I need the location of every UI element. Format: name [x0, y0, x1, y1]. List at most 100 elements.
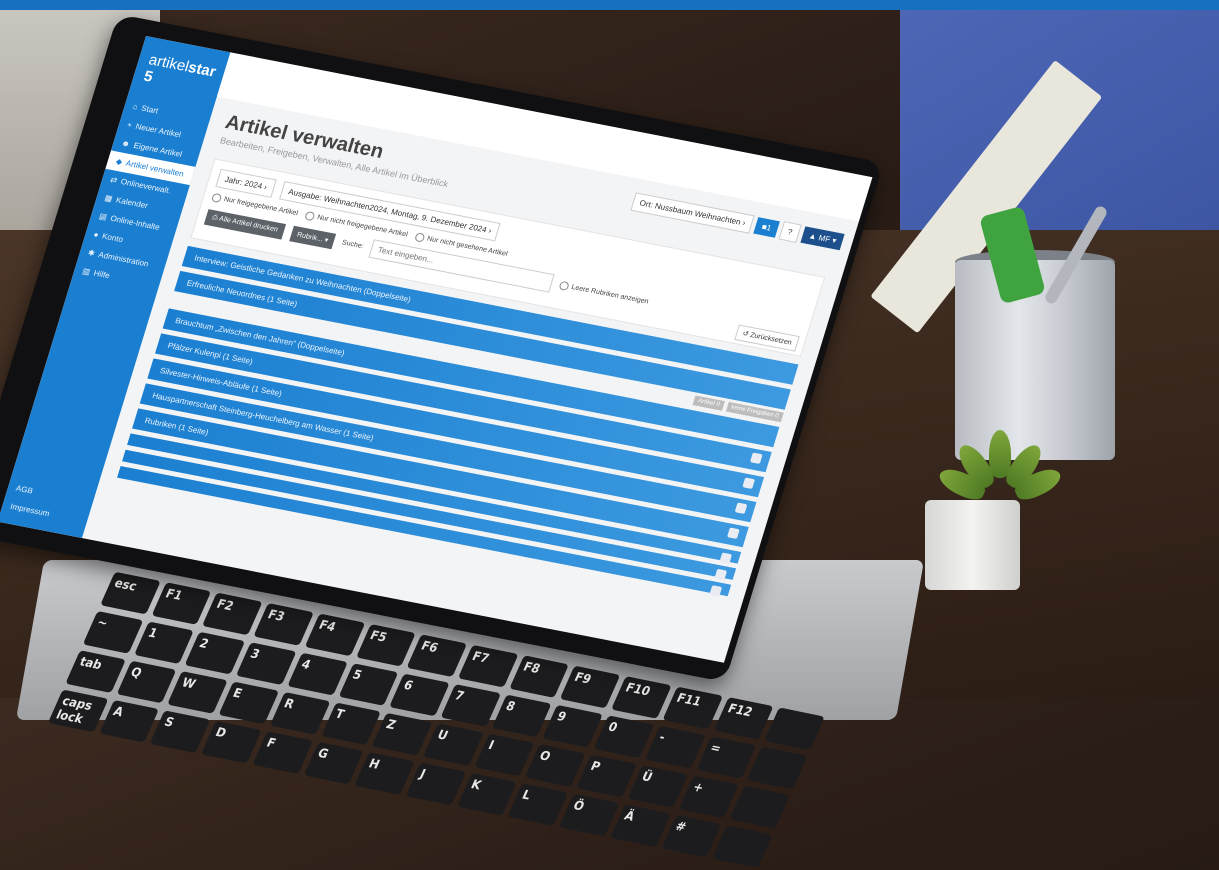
sidebar-item-label: Kalender [114, 195, 150, 211]
succulent-plant [935, 430, 1065, 510]
print-all-label: Alle Artikel drucken [218, 214, 279, 234]
reset-icon: ↺ [741, 330, 750, 339]
keyboard-key: U [423, 723, 484, 767]
keyboard-key: Q [116, 660, 177, 704]
list-item-label: Pfälzer Kulenpi (1 Seite) [166, 341, 254, 367]
radio-circle-icon [414, 232, 426, 243]
radio-circle-icon [558, 280, 570, 292]
keyboard-key [764, 707, 825, 751]
keyboard-key: R [269, 692, 331, 735]
keyboard-key: E [218, 681, 279, 725]
keyboard-key: F6 [406, 634, 468, 678]
keyboard-key: 4 [287, 652, 348, 696]
keyboard-key: F9 [560, 665, 621, 709]
keyboard-key: T [320, 702, 382, 746]
search-label: Suche: [340, 239, 365, 251]
chevron-down-icon: ▾ [323, 236, 330, 244]
keyboard-key: 8 [491, 694, 552, 738]
expand-icon[interactable] [742, 477, 756, 489]
sidebar-item-label: Konto [101, 231, 125, 245]
tag-icon: ◆ [114, 156, 124, 167]
rubrik-button[interactable]: Rubrik... ▾ [289, 225, 337, 249]
chevron-right-icon: › [262, 182, 269, 192]
keyboard-key: caps lock [47, 689, 109, 733]
users-icon: ☻ [120, 138, 132, 149]
keyboard-key: + [678, 775, 739, 819]
keyboard-key: J [405, 762, 466, 806]
keyboard-key: esc [100, 571, 161, 615]
sidebar-item-label: Impressum [9, 501, 51, 519]
radio-circle-icon [210, 192, 223, 204]
shuffle-icon: ⇄ [109, 175, 119, 185]
keyboard-key [729, 785, 791, 829]
file-icon: ▤ [97, 211, 109, 222]
keyboard-key: O [525, 744, 586, 787]
keyboard-key: K [456, 773, 518, 816]
chevron-right-icon: › [487, 226, 493, 236]
chevron-right-icon: › [741, 218, 747, 228]
keyboard-key: G [303, 741, 364, 785]
status-badge: Artikel 0 [692, 395, 725, 411]
book-icon: ▥ [81, 266, 92, 277]
rubrik-label: Rubrik... [296, 231, 324, 243]
keyboard-key: Ü [627, 765, 688, 808]
keyboard-key: S [150, 710, 211, 754]
radio-circle-icon [304, 210, 316, 222]
expand-icon[interactable] [714, 568, 728, 581]
keyboard-key: 1 [133, 621, 195, 665]
reset-label: Zurücksetzen [749, 331, 793, 347]
keyboard-key: W [167, 671, 228, 714]
help-button[interactable]: ? [778, 221, 802, 243]
keyboard-key: = [696, 736, 757, 779]
keyboard-key: F7 [457, 644, 519, 688]
keyboard-key [747, 746, 808, 790]
keyboard-key: F4 [304, 613, 365, 657]
keyboard-key: 7 [440, 684, 501, 727]
plant-pot [925, 500, 1020, 590]
keyboard-key: F12 [713, 697, 774, 740]
keyboard-key: Z [371, 712, 433, 756]
keyboard-key: F5 [355, 623, 417, 667]
year-select-label: Jahr: 2024 [223, 174, 264, 191]
notification-button[interactable]: ■1 [753, 217, 780, 238]
keyboard-key: Ä [610, 804, 671, 848]
keyboard-key: 2 [184, 631, 246, 675]
keyboard-key: 9 [542, 704, 604, 748]
list-item-label: Rubriken (1 Seite) [143, 416, 210, 437]
keyboard-key: L [507, 783, 569, 827]
keyboard-key [712, 825, 773, 868]
keyboard-key: 6 [389, 673, 450, 717]
keyboard-key: 0 [593, 715, 655, 759]
sidebar-item-label: Start [140, 103, 160, 116]
top-accent-bar [0, 0, 1219, 10]
user-icon: ● [92, 229, 100, 240]
keyboard-key: - [644, 725, 706, 769]
keyboard-key: F10 [611, 676, 672, 719]
sidebar-item-label: Hilfe [92, 268, 111, 281]
keyboard-key: Ö [558, 793, 620, 837]
plus-icon: + [125, 120, 134, 130]
sidebar-item-label: AGB [14, 483, 35, 496]
keyboard-key: I [474, 733, 535, 777]
keyboard-key: P [576, 754, 637, 798]
year-select[interactable]: Jahr: 2024 › [215, 168, 277, 198]
keyboard-key: H [354, 752, 415, 795]
expand-icon[interactable] [734, 502, 748, 514]
keyboard-key: F [252, 731, 313, 774]
radio-label: Leere Rubriken anzeigen [570, 283, 650, 306]
keyboard-key: F1 [151, 582, 212, 625]
expand-icon[interactable] [719, 552, 733, 564]
expand-icon[interactable] [727, 527, 740, 539]
settings-icon: ✱ [86, 248, 97, 259]
expand-icon[interactable] [709, 585, 723, 597]
keyboard-key: F3 [253, 603, 314, 646]
keyboard-key: F11 [662, 686, 723, 730]
home-icon: ⌂ [131, 101, 139, 112]
keyboard-key: D [201, 720, 262, 764]
keyboard-key: tab [65, 650, 126, 693]
expand-icon[interactable] [749, 452, 763, 464]
keyboard-key: F8 [509, 655, 570, 698]
keyboard-key: F2 [202, 592, 263, 636]
keyboard-key: A [99, 699, 160, 743]
radio-leere-rubriken[interactable]: Leere Rubriken anzeigen [558, 280, 650, 307]
